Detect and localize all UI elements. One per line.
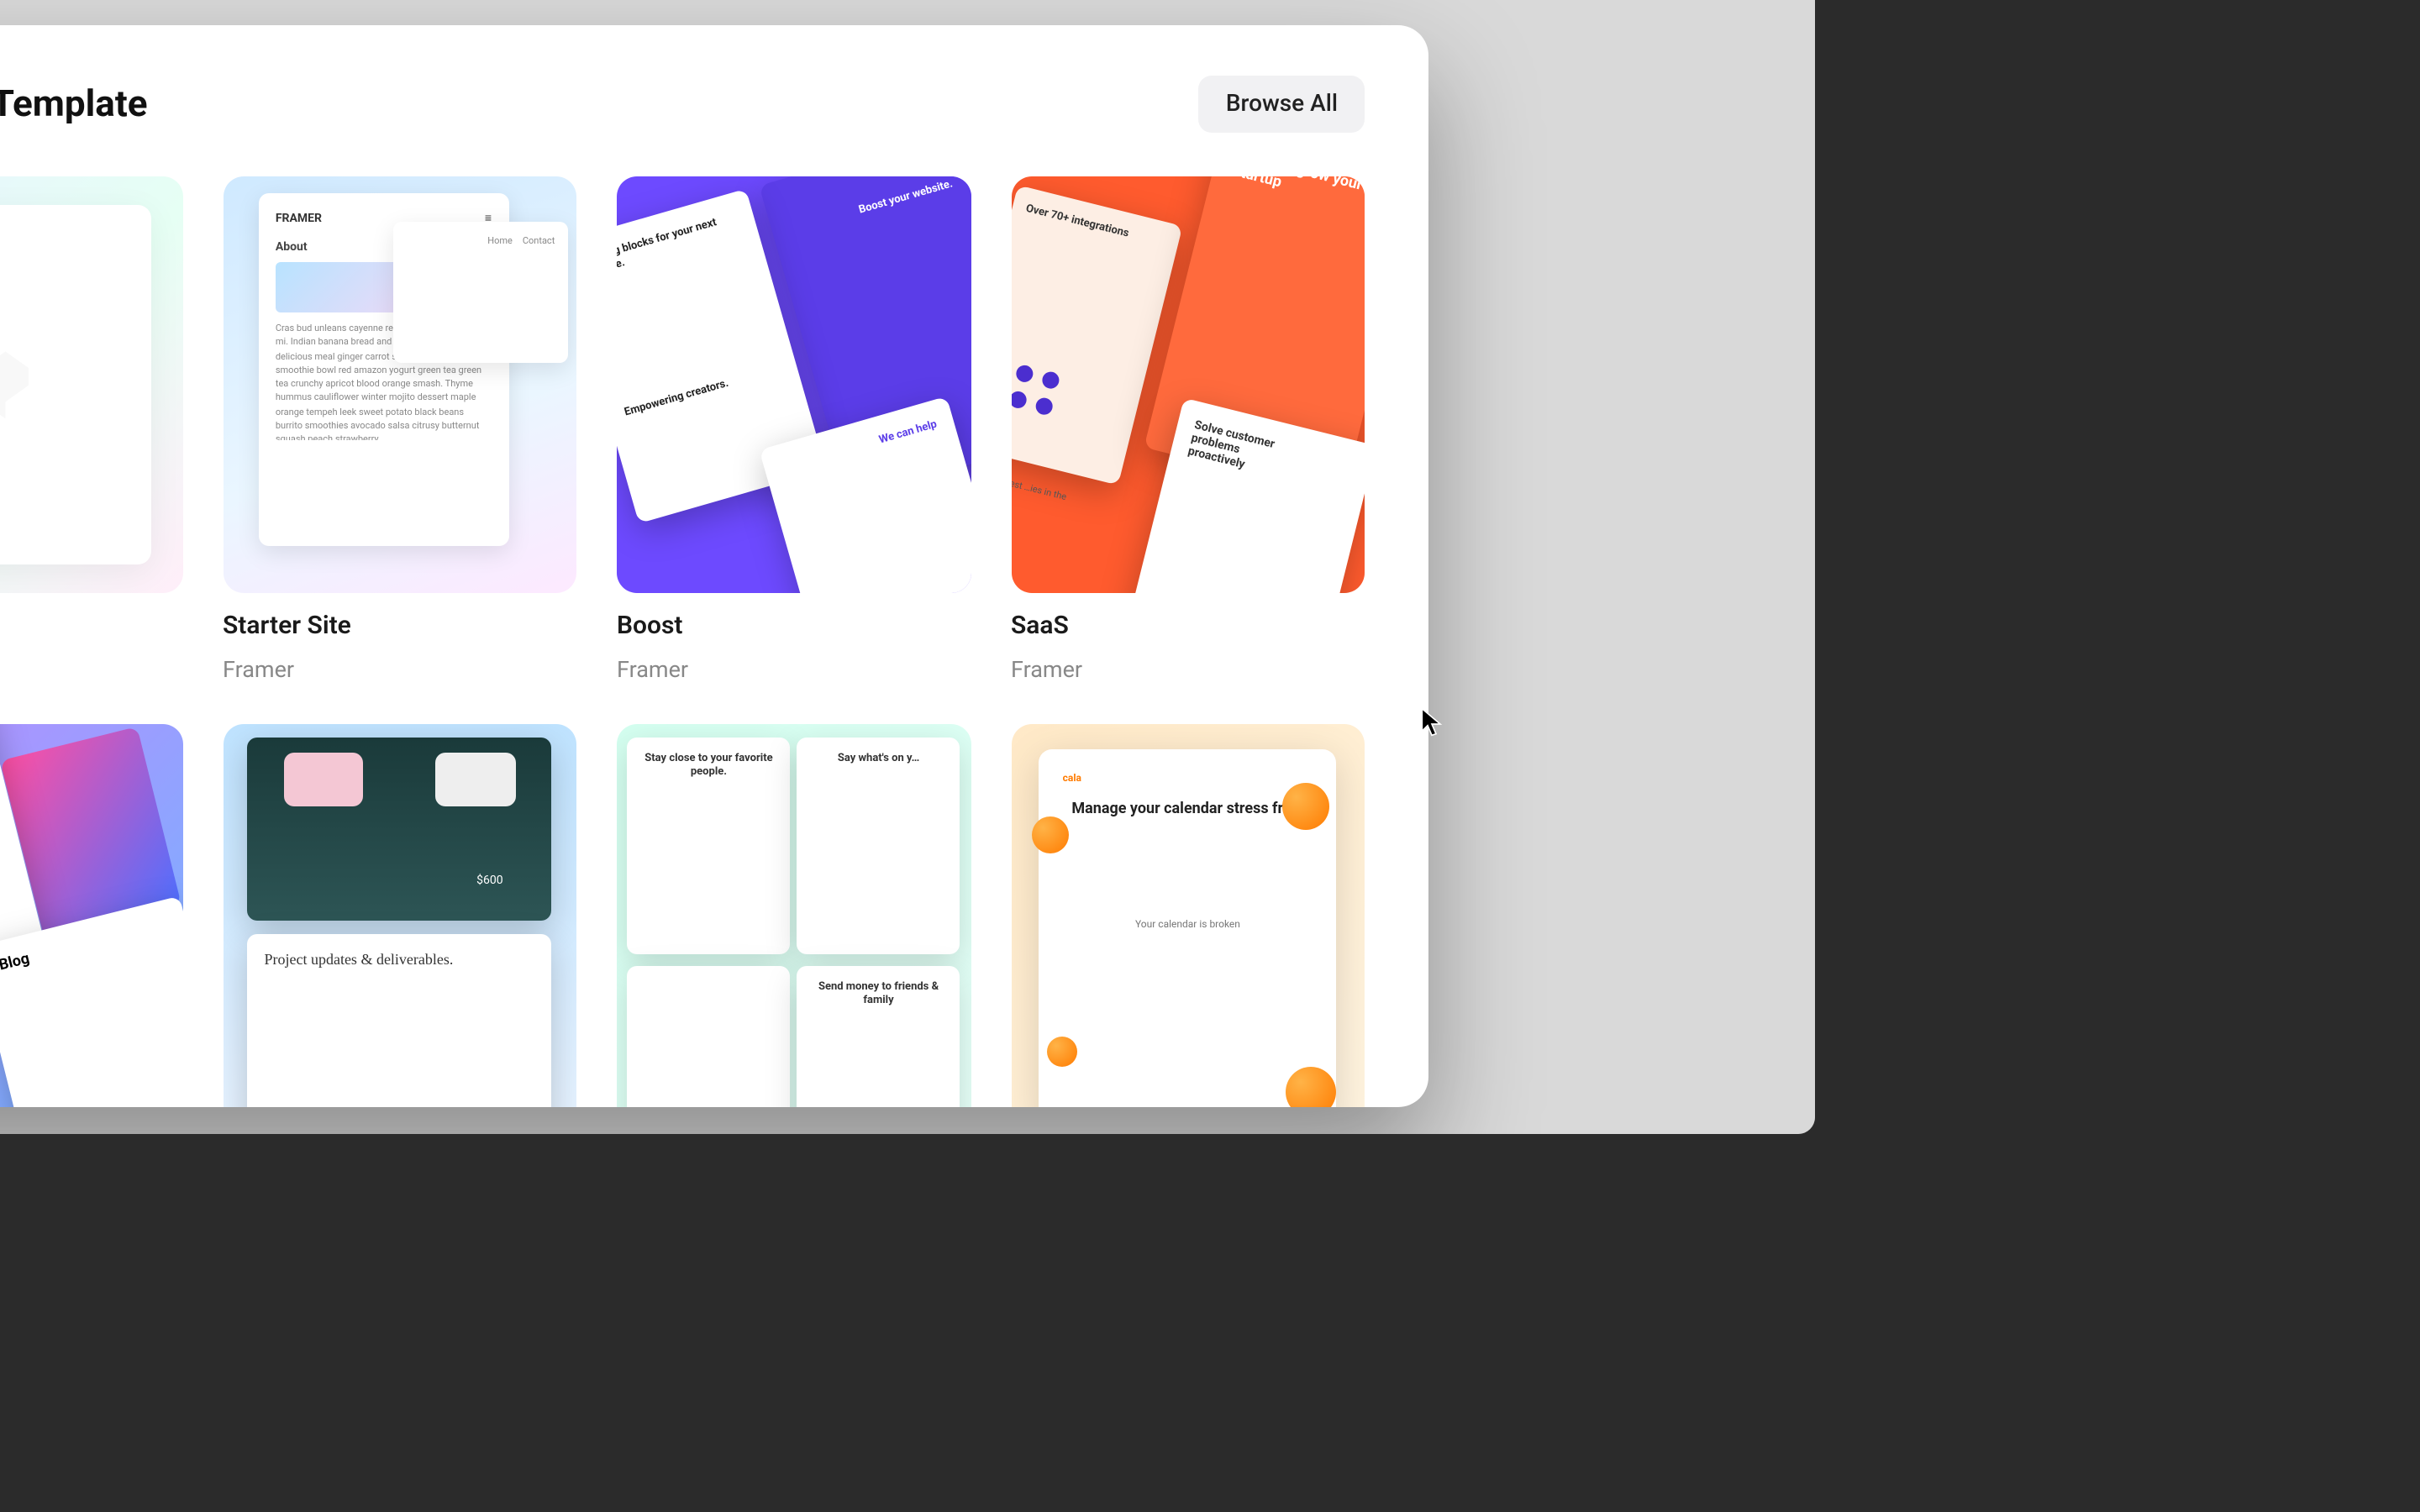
template-modal: Choose a Template Browse All Blank Site … [0,25,1428,1107]
template-thumbnail: Blog [0,725,182,1107]
template-thumbnail: Stay close to your favorite people. Say … [617,725,971,1107]
template-name: Blank Site [0,611,182,641]
template-name: Boost [617,611,971,641]
preview-nav: Contact [523,235,555,249]
template-thumbnail: Over 70+ integrations …ed by the best …i… [1011,176,1365,594]
template-card-blank[interactable]: Blank Site Framer [0,176,182,685]
preview-text: cala [1063,774,1313,785]
preview-text: Building blocks for your next website. [617,205,758,280]
template-name: Starter Site [223,611,576,641]
modal-title: Choose a Template [0,83,148,125]
template-card-agency[interactable]: $600 Project updates & deliverables. [223,725,576,1107]
template-card-saas[interactable]: Over 70+ integrations …ed by the best …i… [1011,176,1365,685]
preview-text: Say what's on y… [811,751,947,764]
preview-text: Send money to friends & family [811,980,947,1007]
template-thumbnail: FRAMER≡ About Cras bud unleans cayenne r… [223,176,576,594]
template-card-calendar[interactable]: cala Manage your calendar stress free. Y… [1011,725,1365,1107]
template-author: Framer [1011,658,1365,685]
template-card-blog[interactable]: Blog [0,725,182,1107]
preview-text: Over 70+ integrations [1024,201,1130,239]
template-author: Framer [223,658,576,685]
preview-brand: FRAMER [276,210,322,228]
preview-text: Blog [0,951,32,974]
template-thumbnail: Building blocks for your next website. E… [617,176,971,594]
preview-text: Solve customer problems proactively [1186,418,1292,481]
template-name: SaaS [1011,611,1365,641]
template-author: Framer [0,658,182,685]
template-thumbnail: $600 Project updates & deliverables. [223,725,576,1107]
preview-text: Empowering creators. [623,376,731,419]
app-viewport: SJ Sarah ••• 🕑 Recent 🗑 Archived ✦ Upgra… [0,0,1815,1134]
preview-text: …ed by the best …ies in the [1011,467,1066,503]
preview-text: Your calendar is broken [1063,920,1313,932]
template-thumbnail: cala Manage your calendar stress free. Y… [1011,725,1365,1107]
template-card-starter[interactable]: FRAMER≡ About Cras bud unleans cayenne r… [223,176,576,685]
preview-text: A tool to grow your startup [1231,176,1365,220]
preview-nav: Home [487,235,513,249]
template-thumbnail [0,176,182,594]
preview-text: We can help [878,417,939,447]
preview-text: Project updates & deliverables. [264,950,534,967]
preview-text: Manage your calendar stress free. [1063,802,1313,819]
browse-all-button[interactable]: Browse All [1199,76,1365,133]
framer-logo-icon [0,351,29,418]
template-author: Framer [617,658,971,685]
template-card-fintech[interactable]: Stay close to your favorite people. Say … [617,725,971,1107]
preview-text: $600 [476,874,503,888]
template-card-boost[interactable]: Building blocks for your next website. E… [617,176,971,685]
preview-text: Stay close to your favorite people. [641,751,777,778]
